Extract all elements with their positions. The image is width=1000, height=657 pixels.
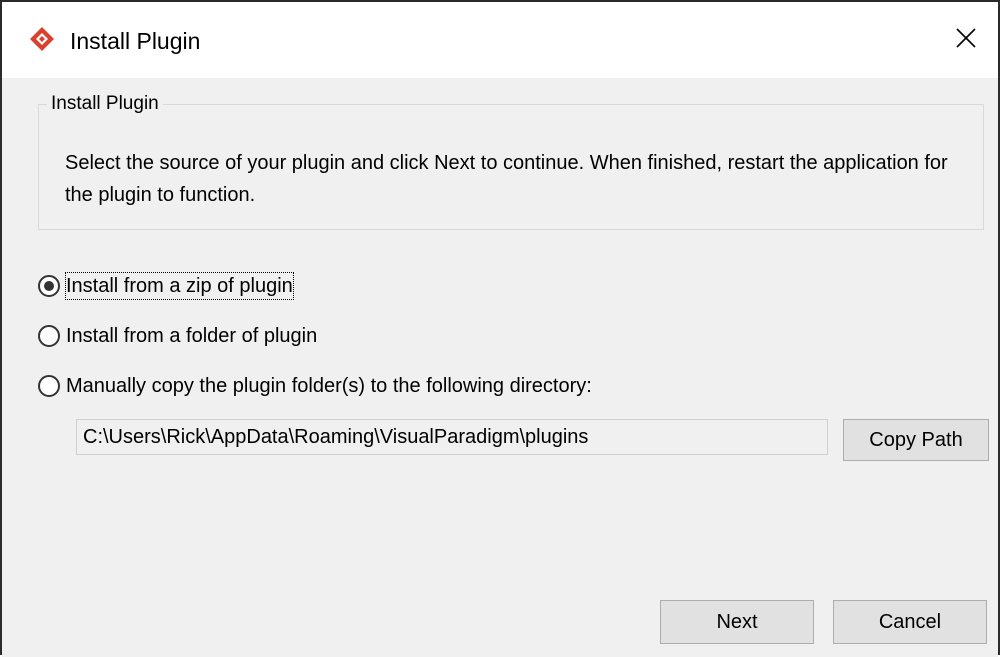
option-folder-label[interactable]: Install from a folder of plugin — [66, 323, 317, 349]
cancel-button[interactable]: Cancel — [833, 600, 987, 644]
option-folder[interactable]: Install from a folder of plugin — [38, 322, 317, 350]
copy-path-button[interactable]: Copy Path — [843, 419, 989, 461]
next-button[interactable]: Next — [660, 600, 814, 644]
group-description: Select the source of your plugin and cli… — [65, 152, 948, 206]
title-bar[interactable]: Install Plugin — [2, 2, 998, 78]
radio-manual-copy[interactable] — [38, 375, 60, 397]
dialog-body: Install Plugin Select the source of your… — [2, 78, 998, 657]
plugin-directory-field[interactable]: C:\Users\Rick\AppData\Roaming\VisualPara… — [76, 419, 828, 455]
group-legend: Install Plugin — [47, 93, 163, 115]
close-button[interactable] — [944, 18, 988, 62]
option-zip-label[interactable]: Install from a zip of plugin — [65, 272, 294, 300]
install-plugin-dialog: Install Plugin Install Plugin Select the… — [0, 0, 1000, 657]
radio-folder[interactable] — [38, 325, 60, 347]
radio-selected-dot — [44, 281, 54, 291]
option-zip[interactable]: Install from a zip of plugin — [38, 272, 294, 300]
close-icon — [954, 26, 978, 55]
option-manual-copy[interactable]: Manually copy the plugin folder(s) to th… — [38, 372, 592, 400]
install-plugin-group: Install Plugin Select the source of your… — [38, 93, 984, 230]
visual-paradigm-logo-icon — [29, 26, 55, 52]
radio-zip[interactable] — [38, 275, 60, 297]
window-title: Install Plugin — [70, 28, 201, 54]
option-manual-copy-label[interactable]: Manually copy the plugin folder(s) to th… — [66, 373, 592, 399]
